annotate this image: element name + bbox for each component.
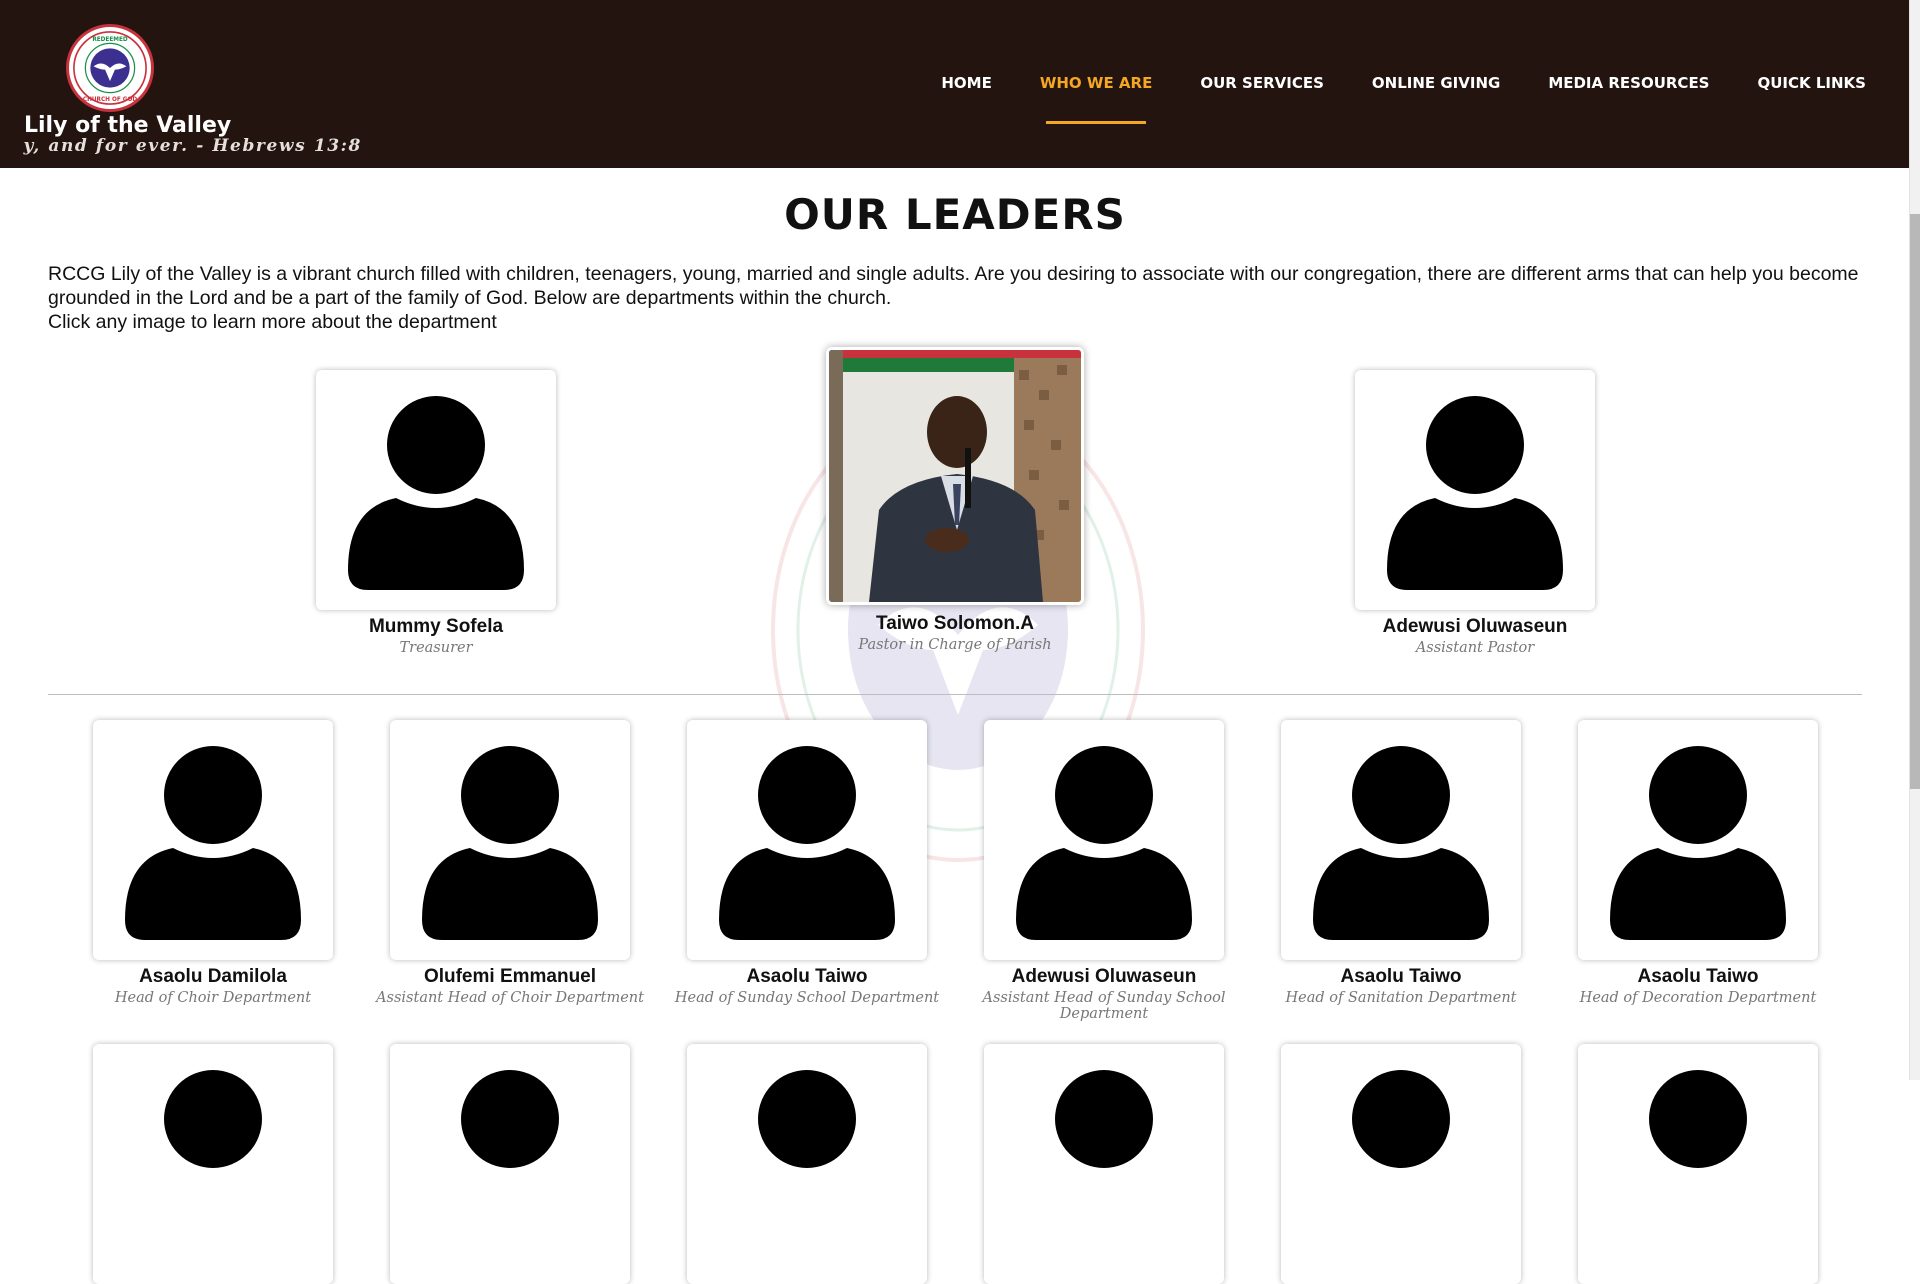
person-silhouette-icon	[1649, 1070, 1747, 1168]
brand-tagline: Jesus Christ the same yesterday, and to …	[22, 136, 362, 156]
svg-text:CHURCH OF GOD: CHURCH OF GOD	[83, 97, 137, 103]
department-leader-card-partial[interactable]	[360, 1044, 660, 1284]
intro-text: RCCG Lily of the Valley is a vibrant chu…	[48, 262, 1878, 334]
leader-name: Adewusi Oluwaseun	[1011, 966, 1197, 987]
leader-name: Taiwo Solomon.A	[876, 613, 1034, 634]
person-silhouette-icon	[1387, 396, 1563, 590]
department-leader-card-partial[interactable]	[1548, 1044, 1848, 1284]
scrollbar-thumb[interactable]	[1910, 214, 1920, 789]
leader-name: Asaolu Taiwo	[746, 966, 868, 987]
pastor-portrait-icon	[829, 350, 1081, 602]
department-leader-card[interactable]: Asaolu Taiwo Head of Decoration Departme…	[1548, 720, 1848, 1006]
nav-quick-links[interactable]: QUICK LINKS	[1758, 74, 1867, 92]
leader-photo[interactable]	[93, 720, 333, 960]
leader-photo[interactable]	[687, 720, 927, 960]
leader-photo[interactable]	[984, 1044, 1224, 1284]
nav-media-resources[interactable]: MEDIA RESOURCES	[1548, 74, 1709, 92]
church-logo[interactable]: REDEEMED CHURCH OF GOD	[66, 24, 154, 112]
leader-photo[interactable]	[1281, 1044, 1521, 1284]
leader-name: Asaolu Taiwo	[1637, 966, 1759, 987]
leader-role: Head of Choir Department	[114, 990, 312, 1006]
pastor-photo[interactable]	[826, 347, 1084, 605]
person-silhouette-icon	[719, 746, 895, 940]
person-silhouette-icon	[348, 396, 524, 590]
leader-role: Head of Decoration Department	[1579, 990, 1817, 1006]
department-leader-card[interactable]: Adewusi Oluwaseun Assistant Head of Sund…	[954, 720, 1254, 1022]
department-leader-card[interactable]: Asaolu Taiwo Head of Sanitation Departme…	[1251, 720, 1551, 1006]
person-silhouette-icon	[1610, 746, 1786, 940]
person-silhouette-icon	[461, 1070, 559, 1168]
department-leader-card-partial[interactable]	[1251, 1044, 1551, 1284]
page-scrollbar[interactable]	[1909, 0, 1920, 1080]
leader-role: Head of Sanitation Department	[1285, 990, 1517, 1006]
leader-photo[interactable]	[1578, 720, 1818, 960]
page-title: OUR LEADERS	[784, 190, 1126, 239]
tagline-text: Jesus Christ the same yesterday, and to …	[22, 136, 362, 156]
department-leader-card[interactable]: Asaolu Taiwo Head of Sunday School Depar…	[657, 720, 957, 1006]
leader-name: Asaolu Damilola	[139, 966, 287, 987]
person-silhouette-icon	[1313, 746, 1489, 940]
leader-photo[interactable]	[1281, 720, 1521, 960]
leader-role: Pastor in Charge of Parish	[858, 637, 1052, 653]
nav-who-we-are[interactable]: WHO WE ARE	[1040, 74, 1152, 124]
person-silhouette-icon	[758, 1070, 856, 1168]
svg-text:REDEEMED: REDEEMED	[92, 37, 128, 43]
leader-photo[interactable]	[316, 370, 556, 610]
brand-name[interactable]: Lily of the Valley	[24, 113, 231, 138]
leader-photo[interactable]	[1355, 370, 1595, 610]
leader-photo[interactable]	[687, 1044, 927, 1284]
leader-name: Olufemi Emmanuel	[423, 966, 597, 987]
nav-home[interactable]: HOME	[941, 74, 991, 92]
leader-role: Assistant Head of Choir Department	[376, 990, 644, 1006]
leader-name: Adewusi Oluwaseun	[1382, 616, 1568, 637]
nav-our-services[interactable]: OUR SERVICES	[1200, 74, 1324, 92]
person-silhouette-icon	[1016, 746, 1192, 940]
person-silhouette-icon	[422, 746, 598, 940]
leader-photo[interactable]	[93, 1044, 333, 1284]
person-silhouette-icon	[125, 746, 301, 940]
leader-role: Head of Sunday School Department	[674, 990, 940, 1006]
leader-card-featured[interactable]: Taiwo Solomon.A Pastor in Charge of Pari…	[805, 347, 1105, 653]
department-leader-card[interactable]: Asaolu Damilola Head of Choir Department	[63, 720, 363, 1006]
intro-hint: Click any image to learn more about the …	[48, 311, 497, 333]
leader-card[interactable]: Mummy Sofela Treasurer	[286, 370, 586, 656]
department-leader-card-partial[interactable]	[954, 1044, 1254, 1284]
rccg-logo-icon: REDEEMED CHURCH OF GOD	[71, 29, 149, 107]
department-leader-card-partial[interactable]	[657, 1044, 957, 1284]
leader-name: Asaolu Taiwo	[1340, 966, 1462, 987]
person-silhouette-icon	[1352, 1070, 1450, 1168]
leader-photo[interactable]	[390, 720, 630, 960]
leader-role: Treasurer	[399, 640, 473, 656]
site-header: REDEEMED CHURCH OF GOD Lily of the Valle…	[0, 0, 1910, 168]
leader-card[interactable]: Adewusi Oluwaseun Assistant Pastor	[1325, 370, 1625, 656]
leader-role: Assistant Head of Sunday School Departme…	[982, 990, 1226, 1022]
intro-paragraph: RCCG Lily of the Valley is a vibrant chu…	[48, 263, 1859, 309]
leader-photo[interactable]	[390, 1044, 630, 1284]
leader-photo[interactable]	[1578, 1044, 1818, 1284]
person-silhouette-icon	[1055, 1070, 1153, 1168]
department-leader-card-partial[interactable]	[63, 1044, 363, 1284]
nav-online-giving[interactable]: ONLINE GIVING	[1372, 74, 1500, 92]
leader-photo[interactable]	[984, 720, 1224, 960]
leader-name: Mummy Sofela	[368, 616, 504, 637]
person-silhouette-icon	[164, 1070, 262, 1168]
section-divider	[48, 694, 1862, 695]
leader-role: Assistant Pastor	[1415, 640, 1535, 656]
department-leader-card[interactable]: Olufemi Emmanuel Assistant Head of Choir…	[360, 720, 660, 1006]
main-nav: HOME WHO WE ARE OUR SERVICES ONLINE GIVI…	[893, 74, 1867, 124]
